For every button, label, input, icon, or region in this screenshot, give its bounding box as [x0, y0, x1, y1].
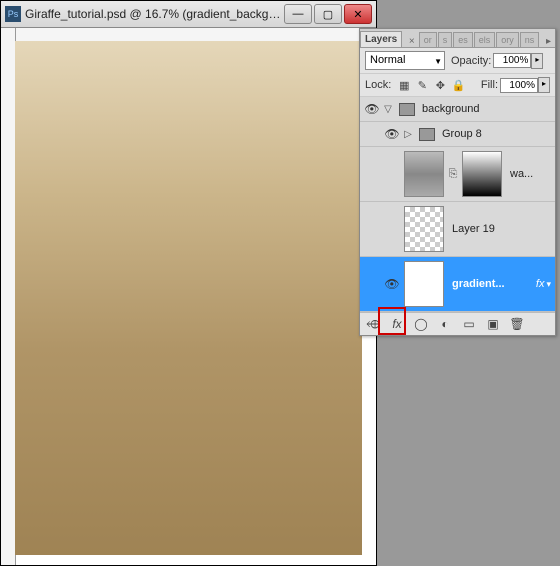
visibility-icon[interactable]: 👁 [384, 222, 400, 236]
layers-panel-footer: ⬲ fx ◯ ◐ ▭ ▣ 🗑 [360, 312, 555, 335]
window-title: Giraffe_tutorial.psd @ 16.7% (gradient_b… [25, 7, 282, 21]
lock-label: Lock: [365, 79, 391, 91]
layer-group[interactable]: 👁 ▷ Group 8 [360, 122, 555, 147]
visibility-icon[interactable]: 👁 [384, 127, 400, 141]
canvas[interactable] [15, 41, 362, 555]
lock-icons: ▦ ✎ ✥ 🔒 [397, 78, 465, 92]
fill-label: Fill: [481, 79, 498, 91]
tab-other[interactable]: es [453, 32, 473, 47]
tab-other[interactable]: ory [496, 32, 519, 47]
mask-thumbnail[interactable] [462, 151, 502, 197]
new-layer-icon[interactable]: ▣ [484, 316, 502, 332]
app-icon: Ps [5, 6, 21, 22]
layers-panel: Layers × or s es els ory ns ▸ Normal Opa… [359, 28, 556, 336]
adjustment-layer-icon[interactable]: ◐ [436, 316, 454, 332]
layer-name: Layer 19 [452, 223, 495, 235]
link-mask-icon[interactable]: ⎘ [448, 168, 458, 181]
layer-group-root[interactable]: 👁 ▽ background [360, 97, 555, 122]
lock-paint-icon[interactable]: ✎ [415, 78, 429, 92]
layer-thumbnail[interactable] [404, 151, 444, 197]
tab-layers[interactable]: Layers [360, 31, 402, 47]
opacity-label: Opacity: [451, 55, 491, 67]
fill-arrow-icon[interactable]: ▸ [538, 77, 550, 93]
layer-item-gradient[interactable]: 👁 gradient... fx ▾ [360, 257, 555, 312]
layer-item-19[interactable]: 👁 Layer 19 [360, 202, 555, 257]
disclosure-icon[interactable]: ▽ [380, 104, 396, 115]
lock-fill-row: Lock: ▦ ✎ ✥ 🔒 Fill: 100% ▸ [360, 74, 555, 97]
panel-tabs: Layers × or s es els ory ns ▸ [360, 29, 555, 48]
link-layers-icon[interactable]: ⬲ [364, 316, 382, 332]
blend-opacity-row: Normal Opacity: 100% ▸ [360, 48, 555, 74]
fx-toggle-icon[interactable]: ▾ [546, 279, 551, 290]
document-window: Ps Giraffe_tutorial.psd @ 16.7% (gradien… [0, 0, 377, 566]
folder-icon [399, 103, 415, 116]
add-mask-icon[interactable]: ◯ [412, 316, 430, 332]
tab-other[interactable]: els [474, 32, 496, 47]
close-button[interactable]: ✕ [344, 4, 372, 24]
ruler-horizontal[interactable] [15, 28, 376, 42]
blend-mode-select[interactable]: Normal [365, 51, 445, 70]
visibility-icon[interactable]: 👁 [384, 277, 400, 291]
fill-input[interactable]: 100% [500, 78, 538, 93]
minimize-button[interactable]: — [284, 4, 312, 24]
tab-other[interactable]: ns [520, 32, 540, 47]
layer-name: wa... [510, 168, 533, 180]
fx-button[interactable]: fx [388, 316, 406, 332]
fx-badge[interactable]: fx [536, 278, 545, 290]
opacity-input[interactable]: 100% [493, 53, 531, 68]
layer-thumbnail[interactable] [404, 206, 444, 252]
panel-menu-icon[interactable]: ▸ [542, 36, 555, 47]
new-group-icon[interactable]: ▭ [460, 316, 478, 332]
layer-name: gradient... [452, 278, 505, 290]
opacity-arrow-icon[interactable]: ▸ [531, 53, 543, 69]
tab-other[interactable]: s [438, 32, 453, 47]
visibility-icon[interactable]: 👁 [364, 102, 380, 116]
disclosure-icon[interactable]: ▷ [400, 129, 416, 140]
tab-close-icon[interactable]: × [405, 36, 419, 47]
folder-icon [419, 128, 435, 141]
tab-other[interactable]: or [419, 32, 437, 47]
layer-thumbnail[interactable] [404, 261, 444, 307]
maximize-button[interactable]: ▢ [314, 4, 342, 24]
layer-list: 👁 ▽ background 👁 ▷ Group 8 👁 ⎘ wa... 👁 L… [360, 97, 555, 312]
layer-name: background [422, 103, 480, 115]
ruler-vertical[interactable] [1, 28, 16, 565]
lock-position-icon[interactable]: ✥ [433, 78, 447, 92]
lock-all-icon[interactable]: 🔒 [451, 78, 465, 92]
lock-transparency-icon[interactable]: ▦ [397, 78, 411, 92]
window-controls: — ▢ ✕ [282, 4, 372, 24]
layer-item-wa[interactable]: 👁 ⎘ wa... [360, 147, 555, 202]
delete-layer-icon[interactable]: 🗑 [508, 316, 526, 332]
visibility-icon[interactable]: 👁 [384, 167, 400, 181]
layer-name: Group 8 [442, 128, 482, 140]
titlebar[interactable]: Ps Giraffe_tutorial.psd @ 16.7% (gradien… [1, 1, 376, 28]
